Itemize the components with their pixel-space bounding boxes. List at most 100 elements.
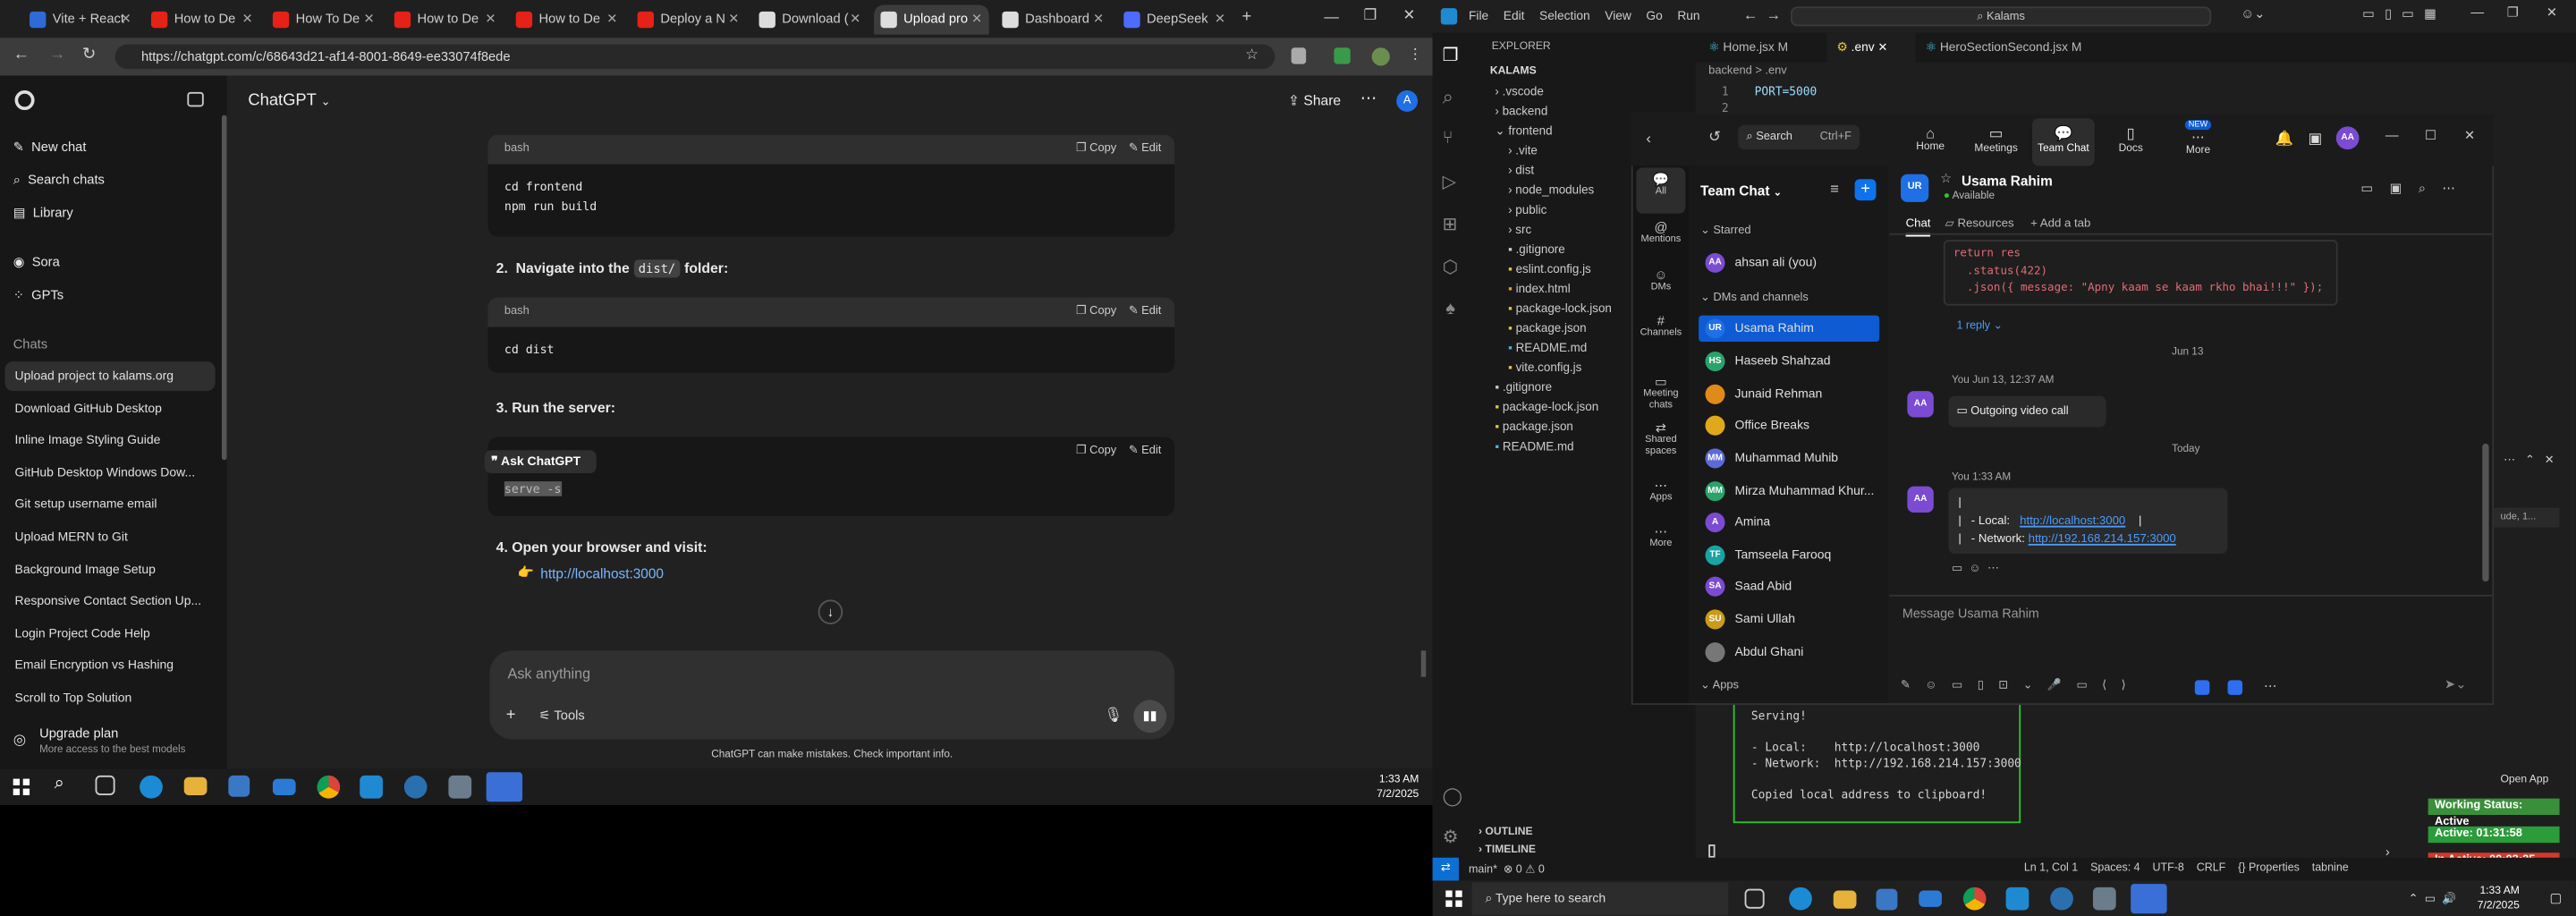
- model-selector[interactable]: ChatGPT ⌄: [248, 92, 330, 110]
- zoom-tab-more[interactable]: NEW ⋯ More: [2175, 118, 2221, 156]
- tree-file[interactable]: ▪ package.json: [1495, 419, 1573, 434]
- edit-code-button[interactable]: ✎ Edit: [1129, 304, 1162, 318]
- sidebar-chat-item[interactable]: Upload project to kalams.org: [4, 361, 216, 392]
- tab-herosection-jsx[interactable]: ⚛ HeroSectionSecond.jsx M: [1926, 33, 2082, 63]
- menu-item[interactable]: Go: [1646, 8, 1662, 23]
- sidebar-chat-item[interactable]: Login Project Code Help: [5, 619, 216, 649]
- edit-code-button[interactable]: ✎ Edit: [1129, 444, 1162, 457]
- edge-icon[interactable]: [140, 775, 163, 799]
- zoom-tab-meetings[interactable]: ▭ Meetings: [1968, 125, 2023, 155]
- network-link[interactable]: http://192.168.214.157:3000: [2029, 530, 2176, 546]
- minimize-icon[interactable]: —: [2470, 5, 2484, 21]
- app-icon[interactable]: [403, 775, 428, 799]
- tree-file[interactable]: ▪ package.json: [1508, 320, 1587, 335]
- zoom-nav-channels[interactable]: # Channels: [1638, 314, 1683, 340]
- browser-tab[interactable]: Dashboard ✕: [996, 5, 1111, 35]
- main-scrollbar[interactable]: [1420, 650, 1427, 677]
- layout-icons[interactable]: ▭▯▭▦: [2362, 6, 2446, 21]
- chrome-icon[interactable]: [1962, 886, 1987, 911]
- file-explorer-icon[interactable]: [1833, 890, 1857, 909]
- terminal-output[interactable]: Serving! - Local: http://localhost:3000 …: [1733, 701, 2021, 824]
- ask-chatgpt-popup[interactable]: ❞ Ask ChatGPT: [484, 450, 597, 473]
- tree-folder[interactable]: › dist: [1508, 163, 1534, 178]
- share-button[interactable]: ⇪ Share: [1288, 92, 1341, 110]
- close-tab-icon[interactable]: ✕: [485, 5, 496, 35]
- tree-folder[interactable]: › .vite: [1508, 143, 1538, 158]
- breadcrumb[interactable]: backend > .env: [1708, 65, 1787, 77]
- star-icon[interactable]: ☆: [1940, 171, 1952, 186]
- file-explorer-icon[interactable]: [183, 776, 208, 795]
- nav-forward-icon[interactable]: →: [1766, 6, 1781, 22]
- tree-file[interactable]: ▪ .gitignore: [1508, 242, 1565, 257]
- zoom-icon[interactable]: [2131, 884, 2167, 914]
- contact-item[interactable]: MM Muhammad Muhib: [1699, 445, 1879, 471]
- menu-item[interactable]: Edit: [1504, 8, 1525, 23]
- team-chat-title[interactable]: Team Chat ⌄: [1700, 182, 1782, 199]
- account-avatar[interactable]: A: [1396, 90, 1419, 112]
- windows-start-icon[interactable]: [13, 778, 30, 795]
- timeline-section[interactable]: › TIMELINE: [1479, 844, 1536, 856]
- openai-logo-icon[interactable]: [14, 90, 35, 111]
- zoom-nav-more[interactable]: ⋯ More: [1638, 524, 1683, 550]
- mail-icon[interactable]: [1919, 890, 1942, 907]
- sidebar-chat-item[interactable]: Responsive Contact Section Up...: [5, 587, 216, 616]
- app-icon[interactable]: [2092, 886, 2116, 911]
- minimize-icon[interactable]: —: [2385, 128, 2399, 143]
- code-line[interactable]: PORT=5000: [1755, 86, 1818, 99]
- tree-file[interactable]: ▪ package-lock.json: [1508, 301, 1612, 316]
- store-icon[interactable]: [1876, 888, 1898, 911]
- edit-code-button[interactable]: ✎ Edit: [1129, 141, 1162, 155]
- explorer-icon[interactable]: ❐: [1443, 45, 1459, 65]
- sidebar-item-search-chats[interactable]: ⌕ Search chats: [13, 173, 105, 189]
- browser-tab[interactable]: How to De ✕: [387, 5, 503, 35]
- scroll-down-button[interactable]: ↓: [818, 599, 843, 624]
- taskbar-search-box[interactable]: ⌕ Type here to search: [1471, 882, 1729, 916]
- tab-home-jsx[interactable]: ⚛ Home.jsx M: [1708, 33, 1788, 63]
- sidebar-item-sora[interactable]: ◉ Sora: [13, 255, 60, 270]
- profile-avatar[interactable]: [1371, 47, 1390, 66]
- contact-item[interactable]: Abdul Ghani: [1699, 639, 1879, 665]
- copy-code-button[interactable]: ❐ Copy: [1076, 141, 1116, 155]
- copilot-icon[interactable]: ☺⌄: [2241, 6, 2265, 21]
- contact-item[interactable]: UR Usama Rahim: [1699, 315, 1880, 343]
- composer-toolbar[interactable]: ✎☺▭▯⊡⌄🎤▭⟨⟩: [1901, 679, 2140, 691]
- mail-icon[interactable]: [272, 778, 296, 795]
- browser-tab[interactable]: Download (✕: [752, 5, 868, 35]
- side-panel-controls[interactable]: ⋯⌃✕: [2504, 454, 2563, 467]
- close-tab-icon[interactable]: ✕: [363, 5, 374, 35]
- upgrade-plan[interactable]: ◎ Upgrade plan More access to the best m…: [13, 726, 224, 762]
- contact-item[interactable]: HS Haseeb Shahzad: [1699, 348, 1879, 374]
- extensions-icon[interactable]: ⊞: [1443, 214, 1458, 235]
- browser-tab[interactable]: DeepSeek ✕: [1117, 5, 1233, 35]
- forward-icon[interactable]: →: [49, 46, 65, 64]
- address-bar[interactable]: https://chatgpt.com/c/68643d21-af14-8001…: [114, 44, 1275, 70]
- chat-header-actions[interactable]: ▭▣⌕⋯: [2360, 181, 2471, 197]
- menu-item[interactable]: File: [1469, 8, 1488, 23]
- close-icon[interactable]: ✕: [2464, 128, 2475, 143]
- contact-item[interactable]: SU Sami Ullah: [1699, 606, 1879, 632]
- sidebar-scrollbar[interactable]: [221, 114, 227, 461]
- remote-indicator[interactable]: ⇄: [1432, 857, 1459, 881]
- tree-folder[interactable]: › node_modules: [1508, 182, 1594, 198]
- send-icon[interactable]: ➤⌄: [2445, 677, 2467, 692]
- extension-icon[interactable]: [1291, 47, 1307, 64]
- browser-tab[interactable]: Upload pro ✕: [874, 4, 989, 35]
- store-icon[interactable]: ▣: [2309, 130, 2323, 148]
- tree-file[interactable]: ▪ eslint.config.js: [1508, 261, 1591, 276]
- sidebar-chat-item[interactable]: Git setup username email: [5, 490, 216, 520]
- tree-folder[interactable]: › backend: [1495, 104, 1547, 119]
- local-link[interactable]: http://localhost:3000: [2020, 513, 2125, 528]
- close-tab-icon[interactable]: ✕: [242, 5, 253, 35]
- tree-file[interactable]: ▪ package-lock.json: [1495, 399, 1598, 414]
- browser-tab[interactable]: How to De ✕: [145, 5, 260, 35]
- contact-item[interactable]: Junaid Rehman: [1699, 381, 1879, 407]
- taskbar-clock[interactable]: 1:33 AM 7/2/2025: [1377, 772, 1419, 802]
- bookmark-star-icon[interactable]: ☆: [1245, 46, 1258, 64]
- copy-code-button[interactable]: ❐ Copy: [1076, 304, 1116, 318]
- zoom-tab-docs[interactable]: ▯ Docs: [2109, 125, 2152, 155]
- microphone-icon[interactable]: 🎙: [1104, 707, 1123, 725]
- close-icon[interactable]: ✕: [2546, 5, 2557, 21]
- back-icon[interactable]: ←: [13, 46, 30, 64]
- menu-kebab-icon[interactable]: ⋮: [1408, 46, 1423, 64]
- contact-item[interactable]: TF Tamseela Farooq: [1699, 542, 1879, 568]
